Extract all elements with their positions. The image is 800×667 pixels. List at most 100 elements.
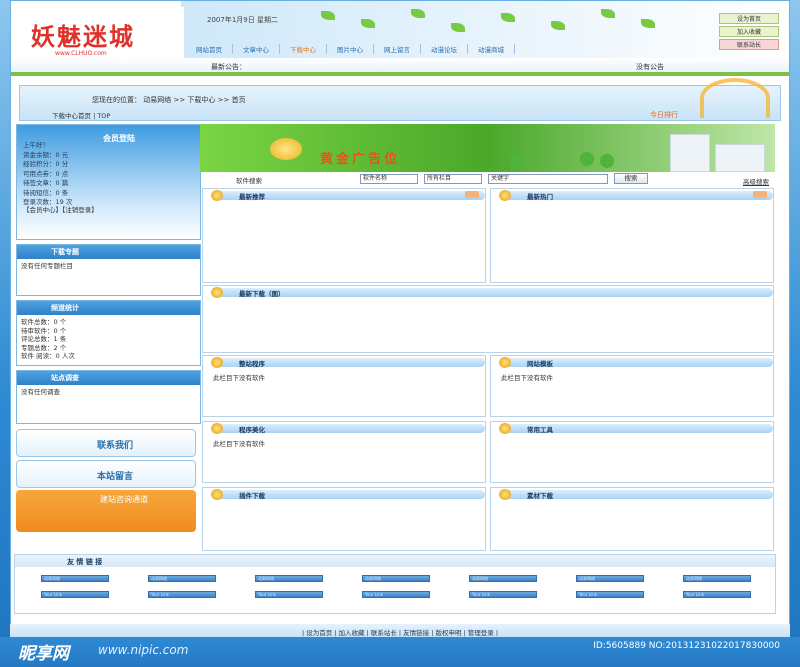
- logo-text: 妖魅迷城: [31, 22, 135, 51]
- friend-link[interactable]: 动易网络: [362, 575, 430, 582]
- panel-header: 素材下载: [491, 488, 773, 500]
- notice-content[interactable]: 没有公告: [636, 62, 664, 72]
- box-body: 软件总数：0 个 待审软件：0 个 评论总数：1 条 专题总数：2 个 软件 阅…: [17, 315, 200, 364]
- friend-link[interactable]: 动易网络: [683, 575, 751, 582]
- panel-header: 插件下载: [203, 488, 485, 500]
- site-logo[interactable]: 妖魅迷城 www.CLHUO.com: [19, 7, 184, 63]
- panel-header: 程序美化: [203, 422, 485, 434]
- stat-row: 待签文章：0 篇: [23, 179, 69, 187]
- friend-link[interactable]: 动易网络: [255, 575, 323, 582]
- contact-admin-link[interactable]: 联系站长: [719, 39, 779, 50]
- category-panel-6: 素材下载: [490, 487, 774, 551]
- panel-header: 最新下载（图）: [203, 286, 773, 298]
- empty-note: 没有任何调查: [21, 388, 60, 396]
- rainbow-decoration: [700, 78, 770, 118]
- nav-downloads[interactable]: 下载中心: [280, 44, 327, 54]
- nav-pictures[interactable]: 图片中心: [327, 44, 374, 54]
- friend-link[interactable]: Your Link: [683, 591, 751, 598]
- leaf-icon: [451, 23, 465, 32]
- tree-icon: [580, 152, 594, 166]
- tree-icon: [510, 154, 524, 168]
- stat-row: 资金余额：0 元: [23, 150, 69, 159]
- leaf-icon: [361, 19, 375, 28]
- list-item: 此栏目下没有软件: [501, 374, 553, 382]
- today-ranking-link[interactable]: 今日排行: [650, 110, 678, 120]
- medal-icon: [211, 287, 223, 298]
- current-date: 2007年1月9日 星期二: [207, 16, 278, 24]
- member-login-box: 会员登陆 上午好！ 资金余额：0 元 经验积分：0 分 可用点券：0 点 待签文…: [16, 124, 201, 240]
- guestbook-banner[interactable]: 本站留言: [16, 460, 196, 488]
- friend-link[interactable]: 动易网络: [469, 575, 537, 582]
- watermark-url: www.nipic.com: [98, 643, 189, 657]
- empty-note: 没有任何专题栏目: [21, 262, 73, 270]
- friend-link[interactable]: Your Link: [362, 591, 430, 598]
- more-button[interactable]: [753, 191, 767, 198]
- category-panel-3: 程序美化 此栏目下没有软件: [202, 421, 486, 483]
- site-survey-box: 站点调查 没有任何调查: [16, 370, 201, 424]
- contact-us-banner[interactable]: 联系我们: [16, 429, 196, 457]
- column-select[interactable]: 所有栏目: [424, 174, 482, 184]
- friend-link[interactable]: Your Link: [148, 591, 216, 598]
- medal-icon: [499, 190, 511, 201]
- more-button[interactable]: [465, 191, 479, 198]
- friend-link[interactable]: 动易网络: [41, 575, 109, 582]
- stat-row: 经验积分：0 分: [23, 160, 69, 168]
- building-icon: [715, 144, 765, 172]
- category-panel-2: 网站模板 此栏目下没有软件: [490, 355, 774, 417]
- member-links[interactable]: 【会员中心】【注销登录】: [23, 204, 98, 214]
- banner-label: 联系我们: [97, 441, 134, 451]
- watermark-bar: 昵享网 www.nipic.com ID:5605889 NO:20131231…: [0, 637, 800, 667]
- friend-links-title: 友 情 链 接: [67, 558, 103, 566]
- medal-icon: [499, 357, 511, 368]
- set-homepage-link[interactable]: 设为首页: [719, 13, 779, 24]
- friend-link[interactable]: Your Link: [41, 591, 109, 598]
- panel-title: 最新下载（图）: [239, 290, 285, 298]
- watermark-id: ID:5605889 NO:20131231022017830000: [593, 641, 780, 651]
- footer-links[interactable]: | 设为首页 | 加入收藏 | 联系站长 | 友情链接 | 版权申明 | 管理登…: [10, 627, 790, 637]
- panel-header: 整站程序: [203, 356, 485, 368]
- friend-links-header: 友 情 链 接: [15, 555, 775, 567]
- stat-line: 专题总数：2 个: [21, 343, 67, 352]
- stat-row: 可用点券：0 点: [23, 169, 69, 178]
- add-favorite-link[interactable]: 加入收藏: [719, 26, 779, 37]
- box-body: 没有任何专题栏目: [17, 259, 200, 274]
- keyword-input[interactable]: 关键字: [488, 174, 608, 184]
- field-select[interactable]: 软件名称: [360, 174, 418, 184]
- nav-articles[interactable]: 文章中心: [233, 44, 280, 54]
- box-title: 站点调查: [17, 371, 200, 385]
- leaf-icon: [321, 11, 335, 20]
- panel-title: 素材下载: [527, 492, 553, 500]
- nav-forum[interactable]: 动漫论坛: [421, 44, 468, 54]
- friend-link[interactable]: 动易网络: [148, 575, 216, 582]
- friend-link[interactable]: 动易网络: [576, 575, 644, 582]
- friend-links: 友 情 链 接 动易网络 动易网络 动易网络 动易网络 动易网络 动易网络 动易网络 Your…: [14, 554, 776, 614]
- friend-link[interactable]: Your Link: [255, 591, 323, 598]
- search-button[interactable]: 搜索: [614, 173, 648, 184]
- download-topics-box: 下载专题 没有任何专题栏目: [16, 244, 201, 296]
- quick-links: 设为首页 加入收藏 联系站长: [719, 13, 779, 52]
- notice-bar: 最新公告： 没有公告: [11, 58, 789, 76]
- nav-home[interactable]: 网站首页: [186, 44, 233, 54]
- watermark-logo: 昵享网: [18, 644, 69, 664]
- box-body: 没有任何调查: [17, 385, 200, 400]
- nav-shop[interactable]: 动漫商城: [468, 44, 515, 54]
- nav-guestbook[interactable]: 网上留言: [374, 44, 421, 54]
- login-title: 会员登陆: [103, 134, 135, 143]
- list-item: 此栏目下没有软件: [213, 374, 265, 382]
- gold-ad-banner[interactable]: 黄金广告位: [200, 124, 775, 172]
- panel-title: 插件下载: [239, 492, 265, 500]
- channel-stats-box: 频道统计 软件总数：0 个 待审软件：0 个 评论总数：1 条 专题总数：2 个…: [16, 300, 201, 366]
- coin-icon: [270, 138, 302, 160]
- search-label: 软件搜索: [236, 177, 262, 185]
- breadcrumb-area: 您现在的位置： 动易网络 >> 下载中心 >> 首页 下载中心首页 | TOP …: [19, 78, 781, 121]
- friend-link[interactable]: Your Link: [469, 591, 537, 598]
- greeting: 上午好！: [23, 141, 49, 149]
- stat-line: 待审软件：0 个: [21, 326, 67, 335]
- stat-row: 待阅短信：0 条: [23, 188, 69, 197]
- latest-hot-panel: 最新热门: [490, 188, 774, 283]
- consult-banner[interactable]: 建站咨询通道: [16, 490, 196, 532]
- friend-link[interactable]: Your Link: [576, 591, 644, 598]
- box-title: 频道统计: [17, 301, 200, 315]
- advanced-search-link[interactable]: 高级搜索: [743, 176, 769, 186]
- channel-subnav[interactable]: 下载中心首页 | TOP: [52, 110, 110, 120]
